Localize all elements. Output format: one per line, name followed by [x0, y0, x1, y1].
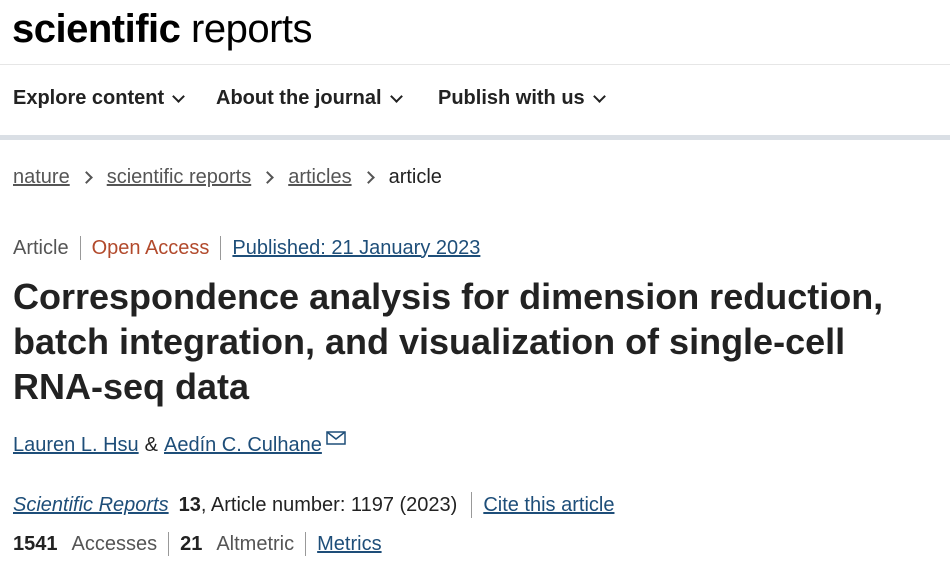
logo-bold-text: scientific — [12, 7, 181, 51]
masthead: scientific reports — [0, 0, 950, 65]
accesses-label: Accesses — [71, 532, 158, 555]
chevron-down-icon — [592, 89, 606, 103]
author-list: Lauren L. Hsu & Aedín C. Culhane — [13, 431, 346, 457]
breadcrumb-nature[interactable]: nature — [13, 166, 70, 189]
breadcrumb-scientific-reports[interactable]: scientific reports — [107, 166, 252, 189]
article-number: , Article number: 1197 (2023) — [200, 493, 458, 516]
author-separator: & — [144, 434, 158, 456]
article-metrics: 1541 Accesses 21 Altmetric Metrics — [13, 532, 382, 556]
article-type: Article — [13, 236, 69, 259]
breadcrumb-current: article — [388, 166, 442, 188]
published-date-link[interactable]: Published: 21 January 2023 — [232, 237, 480, 260]
open-access-label: Open Access — [91, 236, 210, 259]
chevron-right-icon — [79, 171, 93, 184]
nav-about-journal[interactable]: About the journal — [216, 87, 403, 110]
chevron-down-icon — [389, 89, 403, 103]
nav-label: Publish with us — [438, 87, 585, 109]
chevron-down-icon — [172, 89, 186, 103]
altmetric-count: 21 — [180, 532, 203, 555]
divider — [79, 236, 81, 260]
logo-light-text: reports — [191, 7, 313, 51]
metrics-link[interactable]: Metrics — [317, 533, 381, 556]
divider — [220, 236, 222, 260]
chevron-right-icon — [361, 171, 375, 184]
chevron-right-icon — [261, 171, 275, 184]
journal-name-link[interactable]: Scientific Reports — [13, 494, 169, 517]
cite-article-link[interactable]: Cite this article — [483, 494, 614, 517]
nav-label: About the journal — [216, 87, 382, 109]
volume: 13 — [178, 493, 201, 516]
divider — [168, 532, 170, 556]
mail-icon[interactable] — [326, 428, 346, 451]
nav-label: Explore content — [13, 87, 165, 109]
altmetric-label: Altmetric — [216, 532, 295, 555]
nav-explore-content[interactable]: Explore content — [13, 87, 186, 110]
journal-logo[interactable]: scientific reports — [12, 4, 313, 54]
breadcrumb: nature scientific reports articles artic… — [13, 166, 442, 189]
author-link[interactable]: Lauren L. Hsu — [13, 434, 139, 457]
journal-info: Scientific Reports 13 , Article number: … — [13, 492, 614, 518]
article-title: Correspondence analysis for dimension re… — [13, 276, 884, 407]
nav-publish-with-us[interactable]: Publish with us — [438, 87, 606, 110]
main-nav: Explore content About the journal Publis… — [0, 65, 950, 140]
article-meta: Article Open Access Published: 21 Januar… — [13, 236, 480, 260]
divider — [471, 492, 473, 518]
author-link[interactable]: Aedín C. Culhane — [164, 434, 322, 457]
accesses-count: 1541 — [13, 532, 58, 555]
article-page: scientific reports Explore content About… — [0, 0, 950, 572]
divider — [305, 532, 307, 556]
breadcrumb-articles[interactable]: articles — [288, 166, 351, 189]
